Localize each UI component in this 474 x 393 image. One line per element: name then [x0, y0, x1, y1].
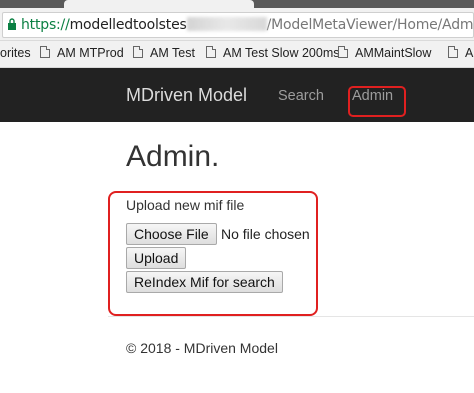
- bookmark-am-test[interactable]: AM Test: [133, 46, 195, 60]
- navbar: MDriven Model Search Admin: [0, 68, 474, 122]
- page-icon: [133, 46, 143, 58]
- bookmark-favorites[interactable]: orites: [0, 46, 31, 60]
- bookmark-a[interactable]: A: [448, 46, 473, 60]
- bookmark-label: AM MTProd: [57, 46, 124, 60]
- bookmark-label: AMMaintSlow: [355, 46, 432, 60]
- url-redacted-segment: [186, 17, 267, 31]
- nav-link-search[interactable]: Search: [278, 88, 324, 104]
- address-bar-row: https://modelledtoolstes/ModelMetaViewer…: [0, 8, 474, 41]
- bookmark-am-mtprod[interactable]: AM MTProd: [40, 46, 124, 60]
- admin-highlight-box: [348, 86, 406, 117]
- footer-divider: [108, 316, 474, 317]
- url-host: modelledtoolstes: [69, 17, 187, 33]
- navbar-brand[interactable]: MDriven Model: [126, 85, 247, 106]
- page-icon: [338, 46, 348, 58]
- url-text: https://modelledtoolstes/ModelMetaViewer…: [21, 17, 474, 33]
- footer-copyright: © 2018 - MDriven Model: [126, 340, 278, 356]
- bookmark-label: A: [465, 46, 474, 60]
- page-icon: [448, 46, 458, 58]
- bookmarks-bar: orites AM MTProd AM Test AM Test Slow 20…: [0, 41, 474, 68]
- bookmark-label: AM Test: [150, 46, 195, 60]
- page-icon: [206, 46, 216, 58]
- url-protocol: https://: [21, 17, 70, 33]
- page-icon: [40, 46, 50, 58]
- bookmark-label: orites: [0, 46, 31, 60]
- bookmark-am-test-slow[interactable]: AM Test Slow 200ms: [206, 46, 339, 60]
- page-title: Admin.: [126, 140, 220, 173]
- bookmark-label: AM Test Slow 200ms: [223, 46, 340, 60]
- upload-highlight-box: [108, 191, 318, 316]
- address-bar[interactable]: https://modelledtoolstes/ModelMetaViewer…: [2, 12, 474, 38]
- browser-tab[interactable]: [64, 0, 254, 8]
- browser-tab-strip: [0, 0, 474, 8]
- bookmark-ammaintslow[interactable]: AMMaintSlow: [338, 46, 431, 60]
- lock-icon: [8, 18, 16, 30]
- url-path: /ModelMetaViewer/Home/Admin: [266, 17, 474, 33]
